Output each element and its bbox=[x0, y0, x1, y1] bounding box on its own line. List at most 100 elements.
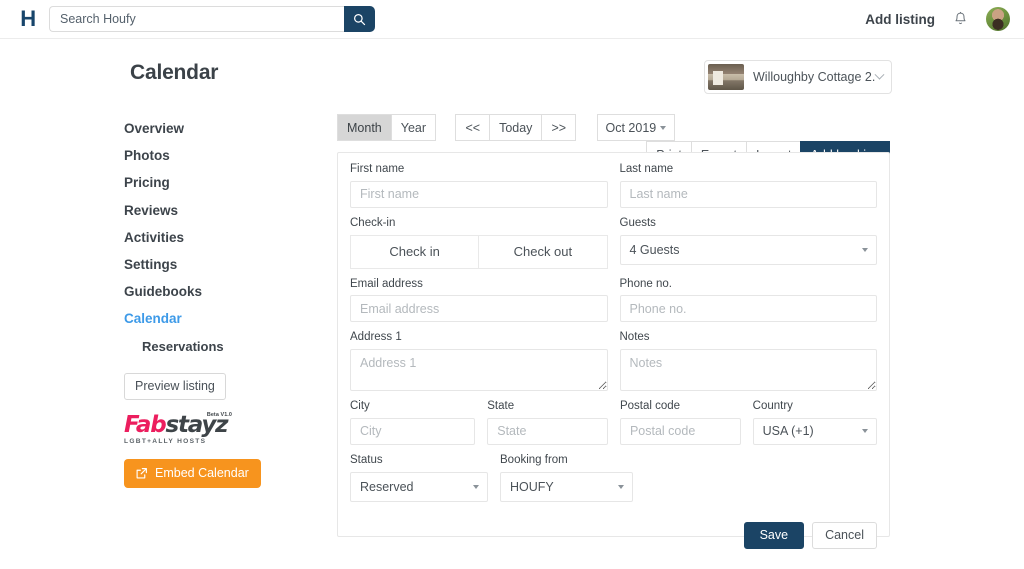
search-container bbox=[49, 6, 375, 32]
form-actions: Save Cancel bbox=[350, 521, 877, 549]
sidebar-item-reviews[interactable]: Reviews bbox=[124, 198, 324, 225]
preview-listing-button[interactable]: Preview listing bbox=[124, 373, 226, 401]
sidebar-item-photos[interactable]: Photos bbox=[124, 143, 324, 170]
booking-from-value: HOUFY bbox=[510, 479, 554, 494]
location-row: City State Postal code Country USA (+1) bbox=[350, 400, 877, 445]
page-title: Calendar bbox=[130, 61, 219, 84]
notes-field: Notes bbox=[619, 331, 877, 392]
bell-icon bbox=[955, 11, 966, 25]
guests-select[interactable]: 4 Guests bbox=[619, 234, 877, 265]
status-field: Status Reserved bbox=[350, 454, 488, 502]
postal-code-input[interactable] bbox=[619, 417, 741, 445]
state-label: State bbox=[487, 400, 515, 413]
calendar-toolbar: Month Year << Today >> Oct 2019 Print Ex… bbox=[337, 114, 890, 168]
date-navigation-group: << Today >> bbox=[455, 114, 577, 141]
fabstayz-tagline: LGBT+ALLY HOSTS bbox=[124, 438, 207, 446]
status-select[interactable]: Reserved bbox=[350, 471, 488, 502]
address-notes-row: Address 1 Notes bbox=[350, 331, 877, 392]
last-name-input[interactable] bbox=[619, 180, 877, 208]
search-button[interactable] bbox=[344, 6, 375, 32]
caret-down-icon bbox=[659, 125, 666, 130]
state-input[interactable] bbox=[487, 417, 608, 445]
first-name-field: First name bbox=[350, 163, 608, 208]
sidebar-item-activities[interactable]: Activities bbox=[124, 225, 324, 252]
embed-calendar-label: Embed Calendar bbox=[155, 466, 249, 481]
address1-field: Address 1 bbox=[350, 331, 608, 392]
search-icon bbox=[354, 13, 366, 25]
month-year-select[interactable]: Oct 2019 bbox=[596, 114, 675, 141]
city-field: City bbox=[350, 400, 476, 445]
search-input[interactable] bbox=[49, 6, 344, 32]
view-month-button[interactable]: Month bbox=[337, 114, 392, 141]
address1-label: Address 1 bbox=[350, 331, 402, 344]
chevron-down-icon bbox=[874, 69, 885, 80]
cancel-button[interactable]: Cancel bbox=[812, 521, 877, 549]
sidebar-item-overview[interactable]: Overview bbox=[124, 116, 324, 143]
next-period-button[interactable]: >> bbox=[541, 114, 577, 141]
country-select[interactable]: USA (+1) bbox=[752, 417, 877, 445]
notes-label: Notes bbox=[619, 331, 650, 344]
country-label: Country bbox=[752, 400, 793, 413]
top-bar-right-group: Add listing bbox=[865, 7, 1010, 31]
caret-down-icon bbox=[473, 484, 479, 489]
guests-value: 4 Guests bbox=[629, 242, 680, 257]
checkin-checkout-split: Check in Check out bbox=[350, 234, 608, 269]
status-value: Reserved bbox=[360, 479, 414, 494]
view-year-button[interactable]: Year bbox=[390, 114, 437, 141]
country-field: Country USA (+1) bbox=[752, 400, 877, 445]
city-label: City bbox=[350, 400, 370, 413]
first-name-label: First name bbox=[350, 163, 405, 175]
check-in-button[interactable]: Check in bbox=[350, 234, 480, 269]
checkin-field: Check-in Check in Check out bbox=[350, 217, 608, 269]
previous-period-button[interactable]: << bbox=[455, 114, 491, 141]
property-name: Willoughby Cottage 2... bbox=[753, 70, 876, 84]
embed-calendar-button[interactable]: Embed Calendar bbox=[124, 459, 261, 489]
add-listing-button[interactable]: Add listing bbox=[865, 12, 935, 27]
phone-field: Phone no. bbox=[619, 277, 877, 323]
fabstayz-logo: Fabstayz Beta V1.0 LGBT+ALLY HOSTS bbox=[124, 412, 232, 446]
guests-field: Guests 4 Guests bbox=[619, 216, 877, 269]
postal-code-field: Postal code bbox=[619, 400, 741, 445]
phone-input[interactable] bbox=[619, 295, 877, 323]
houfy-logo[interactable]: H bbox=[10, 6, 46, 32]
state-field: State bbox=[487, 400, 608, 445]
last-name-field: Last name bbox=[619, 163, 877, 208]
first-name-input[interactable] bbox=[350, 180, 608, 208]
fabstayz-fab-text: Fab bbox=[124, 412, 167, 439]
add-booking-panel: First name Last name Check-in Check in C… bbox=[337, 152, 890, 549]
caret-down-icon bbox=[862, 247, 868, 252]
today-button[interactable]: Today bbox=[489, 114, 543, 141]
month-year-value: Oct 2019 bbox=[605, 120, 657, 135]
save-button[interactable]: Save bbox=[743, 521, 805, 549]
email-input[interactable] bbox=[350, 295, 608, 323]
guests-label: Guests bbox=[619, 216, 656, 229]
address1-textarea[interactable] bbox=[350, 349, 608, 392]
notifications-button[interactable] bbox=[953, 11, 968, 27]
city-input[interactable] bbox=[350, 417, 476, 445]
sidebar-navigation: Overview Photos Pricing Reviews Activiti… bbox=[124, 116, 324, 489]
sidebar-item-pricing[interactable]: Pricing bbox=[124, 170, 324, 197]
booking-from-select[interactable]: HOUFY bbox=[500, 471, 633, 502]
caret-down-icon bbox=[618, 484, 624, 489]
checkin-guests-row: Check-in Check in Check out Guests 4 Gue… bbox=[350, 217, 877, 269]
phone-label: Phone no. bbox=[619, 277, 672, 290]
status-row: Status Reserved Booking from HOUFY bbox=[350, 454, 877, 502]
sidebar-item-calendar[interactable]: Calendar bbox=[124, 306, 324, 333]
property-selector[interactable]: Willoughby Cottage 2... bbox=[704, 60, 892, 94]
last-name-label: Last name bbox=[619, 163, 674, 175]
notes-textarea[interactable] bbox=[619, 349, 877, 392]
sidebar-item-settings[interactable]: Settings bbox=[124, 252, 324, 279]
sidebar-item-reservations[interactable]: Reservations bbox=[124, 333, 324, 361]
email-field: Email address bbox=[350, 278, 608, 323]
booking-from-field: Booking from HOUFY bbox=[500, 454, 633, 502]
property-thumbnail bbox=[708, 64, 744, 90]
sidebar-item-guidebooks[interactable]: Guidebooks bbox=[124, 279, 324, 306]
email-label: Email address bbox=[350, 277, 423, 290]
user-avatar[interactable] bbox=[986, 7, 1010, 31]
name-row: First name Last name bbox=[350, 163, 877, 208]
checkin-label: Check-in bbox=[350, 216, 396, 229]
check-out-button[interactable]: Check out bbox=[478, 234, 608, 269]
country-value: USA (+1) bbox=[762, 424, 814, 439]
booking-from-label: Booking from bbox=[500, 453, 568, 466]
postal-code-label: Postal code bbox=[619, 400, 681, 413]
